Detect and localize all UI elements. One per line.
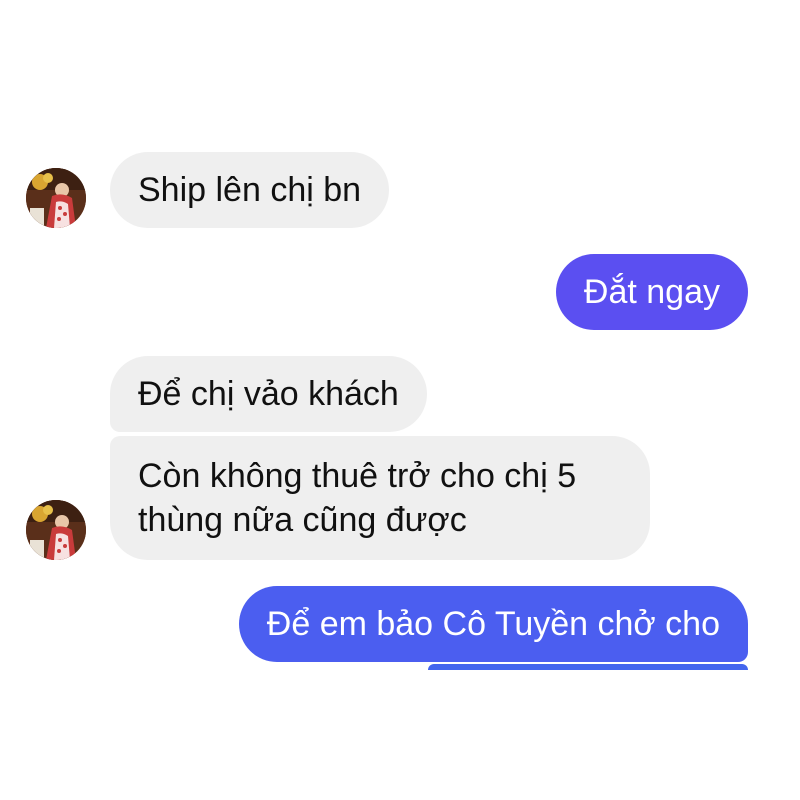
avatar-image [26,168,86,228]
avatar-image [26,500,86,560]
message-text: Đắt ngay [583,273,720,311]
contact-avatar[interactable] [26,168,86,228]
message-text: Để chị vảo khách [138,375,399,413]
contact-avatar[interactable] [26,500,86,560]
incoming-message-bubble[interactable]: Để chị vảo khách [110,356,427,432]
incoming-message-bubble[interactable]: Ship lên chị bn [110,152,390,228]
message-text: Còn không thuê trở cho chị 5 thùng nữa c… [138,457,577,539]
outgoing-message-bubble-partial[interactable] [428,664,748,670]
message-text: Để em bảo Cô Tuyền chở cho [266,605,720,643]
incoming-message-bubble[interactable]: Còn không thuê trở cho chị 5 thùng nữa c… [110,436,650,560]
message-text: Ship lên chị bn [138,171,362,209]
outgoing-message-bubble[interactable]: Đắt ngay [555,254,748,330]
outgoing-message-bubble[interactable]: Để em bảo Cô Tuyền chở cho [238,586,748,662]
